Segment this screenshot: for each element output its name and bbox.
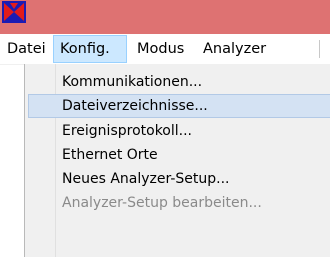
- menu-item-label: Dateiverzeichnisse...: [62, 98, 208, 114]
- menu-item-label: Ereignisprotokoll...: [62, 123, 192, 139]
- menu-overflow-divider: [319, 40, 320, 58]
- menu-item-dateiverzeichnisse[interactable]: Dateiverzeichnisse...: [28, 94, 330, 118]
- menu-item-label: Analyzer-Setup bearbeiten...: [62, 195, 262, 211]
- menu-item-label: Ethernet Orte: [62, 147, 158, 163]
- menu-item-ethernet-orte[interactable]: Ethernet Orte: [28, 143, 330, 167]
- menu-datei-label: Datei: [7, 41, 46, 57]
- menu-analyzer-label: Analyzer: [203, 41, 267, 57]
- menu-item-label: Neues Analyzer-Setup...: [62, 171, 230, 187]
- menu-modus[interactable]: Modus: [134, 35, 191, 63]
- menu-item-label: Kommunikationen...: [62, 74, 203, 90]
- menu-item-analyzer-setup-bearbeiten: Analyzer-Setup bearbeiten...: [28, 191, 330, 215]
- menu-item-neues-analyzer-setup[interactable]: Neues Analyzer-Setup...: [28, 167, 330, 191]
- menu-modus-label: Modus: [137, 41, 185, 57]
- title-bar: [0, 0, 330, 34]
- menu-bar: Datei Konfig. Modus Analyzer: [0, 34, 330, 65]
- menu-item-ereignisprotokoll[interactable]: Ereignisprotokoll...: [28, 119, 330, 143]
- konfig-dropdown-menu: Kommunikationen... Dateiverzeichnisse...…: [24, 64, 330, 257]
- menu-datei[interactable]: Datei: [6, 35, 53, 63]
- app-logo-icon[interactable]: [2, 1, 26, 23]
- menu-item-kommunikationen[interactable]: Kommunikationen...: [28, 70, 330, 94]
- menu-konfig-label: Konfig.: [60, 41, 110, 57]
- menu-analyzer[interactable]: Analyzer: [197, 35, 283, 63]
- menu-konfig[interactable]: Konfig.: [53, 35, 127, 63]
